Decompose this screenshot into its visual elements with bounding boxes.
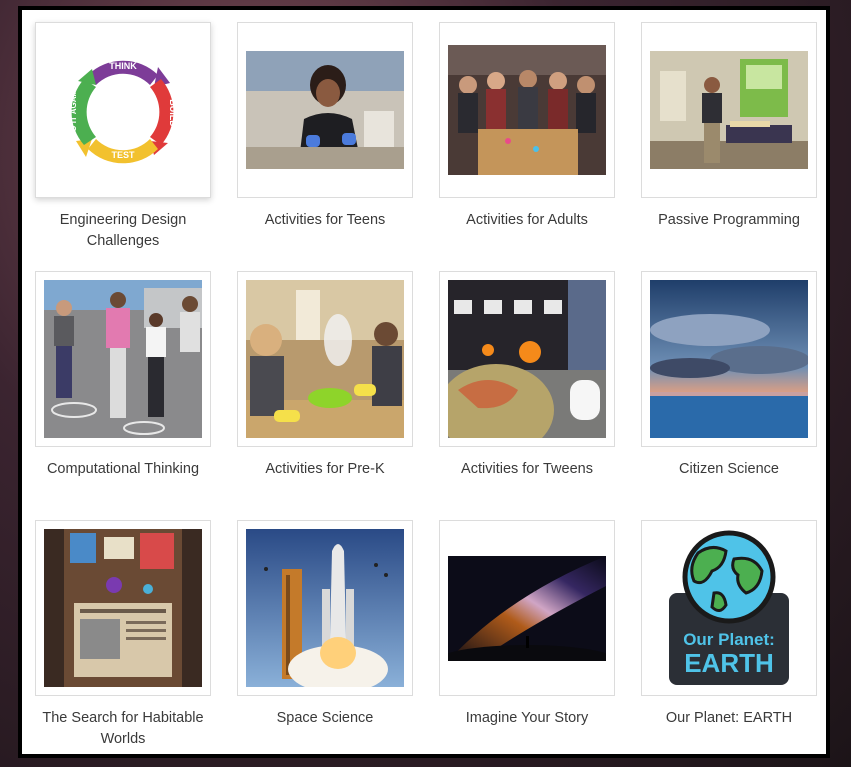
teen-lab-photo (246, 51, 404, 169)
engineering-cycle-icon: THINK BUILD TEST DO IT AGAIN (69, 60, 178, 164)
earth-logo-line1: Our Planet: (683, 630, 775, 649)
card-computational-thinking[interactable]: Computational Thinking (35, 271, 211, 480)
card-label[interactable]: Activities for Adults (439, 210, 615, 231)
ocean-sunset-photo (650, 280, 808, 438)
card-habitable-worlds[interactable]: The Search for Habitable Worlds (35, 520, 211, 750)
library-display-photo (650, 51, 808, 169)
kids-playground-photo (44, 280, 202, 438)
card-thumbnail[interactable] (439, 22, 615, 198)
card-citizen-science[interactable]: Citizen Science (641, 271, 817, 480)
tweens-event-photo (448, 280, 606, 438)
cycle-test-text: TEST (111, 150, 135, 160)
card-label[interactable]: Activities for Tweens (439, 459, 615, 480)
card-our-planet-earth[interactable]: Our Planet: EARTH Our Planet: EARTH (641, 520, 817, 729)
card-thumbnail[interactable] (35, 520, 211, 696)
card-thumbnail[interactable]: THINK BUILD TEST DO IT AGAIN (35, 22, 211, 198)
card-passive-programming[interactable]: Passive Programming (641, 22, 817, 231)
collection-grid: THINK BUILD TEST DO IT AGAIN Engineering… (18, 6, 830, 758)
card-activities-prek[interactable]: Activities for Pre-K (237, 271, 413, 480)
card-label[interactable]: Engineering Design Challenges (35, 210, 211, 252)
habitable-worlds-book-photo (44, 529, 202, 687)
card-label[interactable]: Imagine Your Story (439, 708, 615, 729)
card-thumbnail[interactable] (237, 22, 413, 198)
card-imagine-your-story[interactable]: Imagine Your Story (439, 520, 615, 729)
card-engineering-design[interactable]: THINK BUILD TEST DO IT AGAIN Engineering… (35, 22, 211, 252)
card-activities-tweens[interactable]: Activities for Tweens (439, 271, 615, 480)
card-thumbnail[interactable] (641, 22, 817, 198)
earth-logo: Our Planet: EARTH (669, 530, 789, 685)
prek-experiment-photo (246, 280, 404, 438)
card-label[interactable]: The Search for Habitable Worlds (35, 708, 211, 750)
cycle-again-text: DO IT AGAIN (69, 88, 78, 137)
card-label[interactable]: Computational Thinking (35, 459, 211, 480)
card-label[interactable]: Citizen Science (641, 459, 817, 480)
card-thumbnail[interactable] (35, 271, 211, 447)
earth-logo-line2: EARTH (684, 648, 774, 678)
cycle-build-text: BUILD (168, 99, 178, 127)
card-label[interactable]: Activities for Teens (237, 210, 413, 231)
card-activities-teens[interactable]: Activities for Teens (237, 22, 413, 231)
cycle-think-text: THINK (109, 61, 137, 71)
card-activities-adults[interactable]: Activities for Adults (439, 22, 615, 231)
card-thumbnail[interactable] (439, 520, 615, 696)
card-label[interactable]: Our Planet: EARTH (641, 708, 817, 729)
card-label[interactable]: Space Science (237, 708, 413, 729)
card-space-science[interactable]: Space Science (237, 520, 413, 729)
card-label[interactable]: Passive Programming (641, 210, 817, 231)
card-thumbnail[interactable]: Our Planet: EARTH (641, 520, 817, 696)
card-thumbnail[interactable] (641, 271, 817, 447)
card-thumbnail[interactable] (237, 271, 413, 447)
card-label[interactable]: Activities for Pre-K (237, 459, 413, 480)
card-thumbnail[interactable] (237, 520, 413, 696)
milky-way-photo (448, 555, 606, 661)
adults-workshop-photo (448, 45, 606, 175)
shuttle-launch-photo (246, 529, 404, 687)
card-thumbnail[interactable] (439, 271, 615, 447)
